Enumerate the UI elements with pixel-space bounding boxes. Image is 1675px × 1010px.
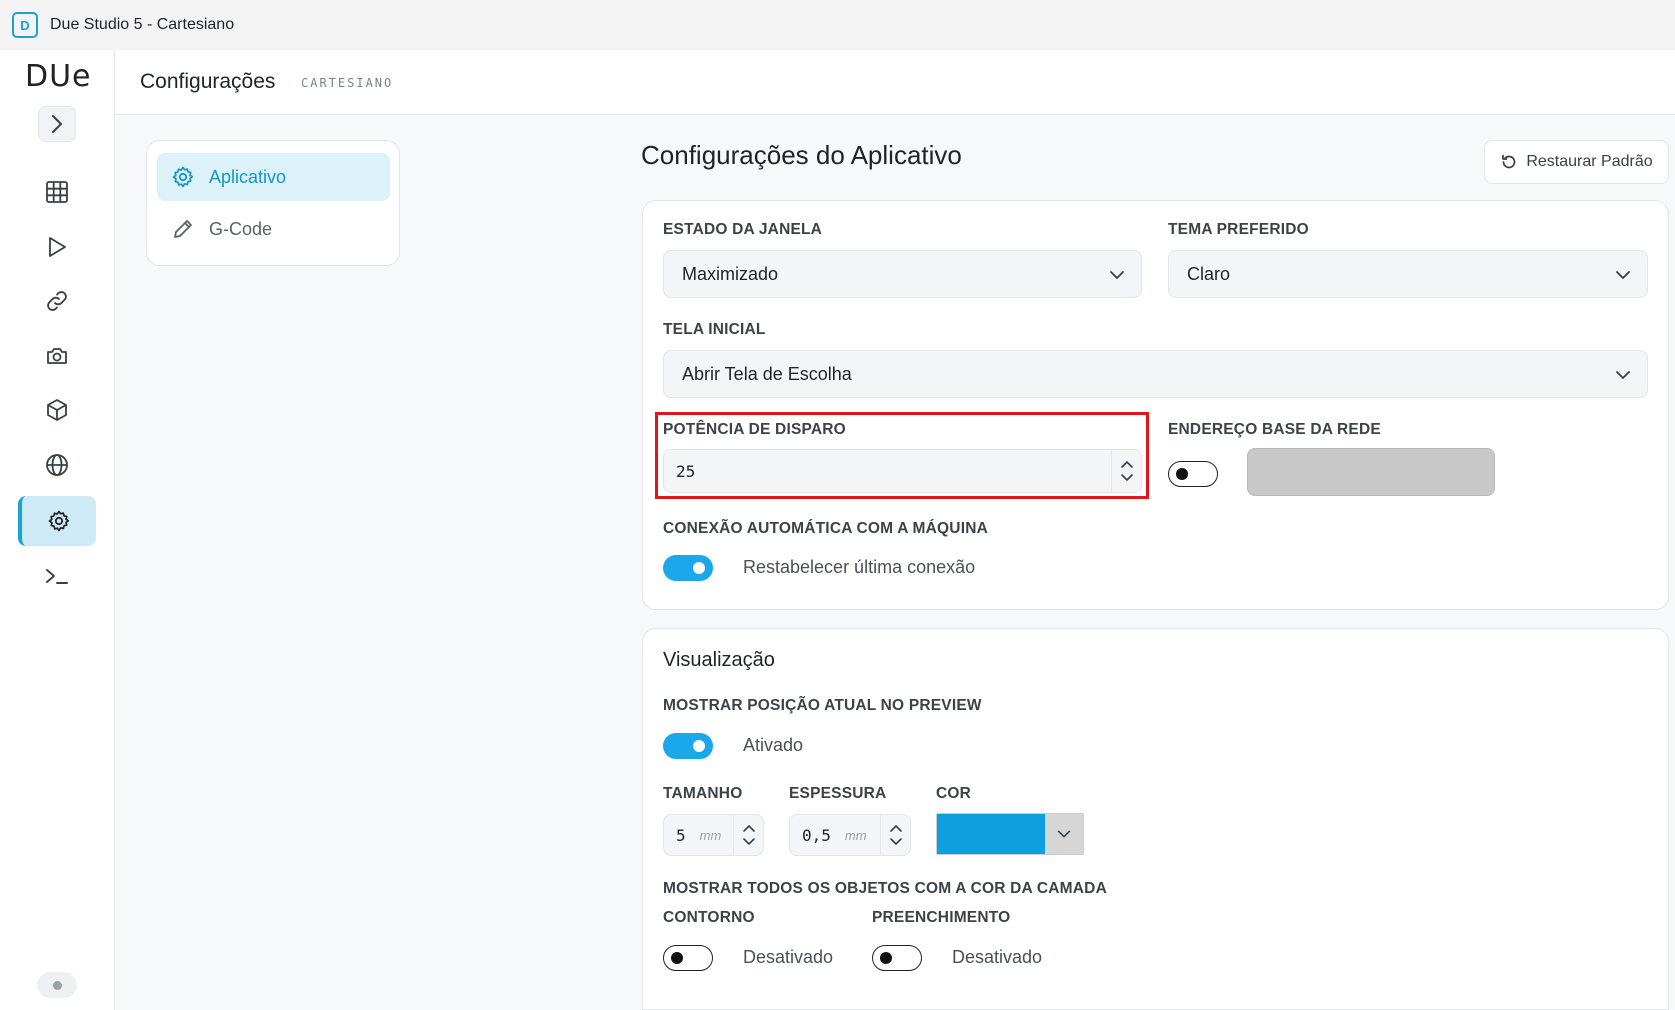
sidebar-item-camera[interactable] — [18, 331, 96, 381]
thickness-label: ESPESSURA — [789, 785, 887, 802]
page-title: Configurações do Aplicativo — [641, 140, 962, 170]
toggle-knob — [671, 951, 683, 964]
chevron-down-icon — [1616, 271, 1630, 279]
chevron-down-icon[interactable] — [889, 837, 903, 846]
size-label: TAMANHO — [663, 785, 743, 802]
highlight-box — [655, 412, 1149, 499]
app-logo: DUe — [25, 59, 92, 94]
size-input[interactable]: 5 mm — [663, 814, 764, 856]
start-screen-value: Abrir Tela de Escolha — [682, 363, 852, 384]
header-subtitle: CARTESIANO — [301, 76, 394, 90]
start-screen-select[interactable]: Abrir Tela de Escolha — [663, 350, 1648, 398]
settings-menu: Aplicativo G-Code — [146, 140, 400, 266]
menu-item-label: Aplicativo — [209, 166, 287, 187]
window-state-value: Maximizado — [682, 263, 779, 284]
network-base-label: ENDEREÇO BASE DA REDE — [1168, 421, 1381, 438]
auto-connect-label: CONEXÃO AUTOMÁTICA COM A MÁQUINA — [663, 520, 988, 537]
outline-label: CONTORNO — [663, 909, 755, 926]
chevron-down-icon — [1616, 371, 1630, 379]
thickness-unit: mm — [844, 827, 867, 843]
status-dot — [52, 980, 62, 990]
chevron-down-icon — [1057, 830, 1071, 838]
status-indicator[interactable] — [37, 972, 77, 998]
size-value: 5 — [676, 825, 686, 845]
theme-select[interactable]: Claro — [1168, 250, 1648, 298]
color-swatch[interactable] — [937, 814, 1045, 854]
color-label: COR — [936, 785, 972, 802]
sidebar-item-play[interactable] — [18, 222, 96, 272]
auto-connect-text: Restabelecer última conexão — [743, 557, 976, 577]
fill-text: Desativado — [952, 947, 1043, 967]
fill-label: PREENCHIMENTO — [872, 909, 1011, 926]
globe-icon — [46, 454, 68, 476]
color-dropdown[interactable] — [1045, 814, 1083, 854]
auto-connect-toggle[interactable] — [663, 555, 713, 581]
show-position-label: MOSTRAR POSIÇÃO ATUAL NO PREVIEW — [663, 697, 982, 714]
thickness-stepper[interactable] — [880, 815, 910, 855]
color-picker[interactable] — [936, 813, 1084, 855]
sidebar-item-settings[interactable] — [18, 496, 96, 546]
page-header: Configurações CARTESIANO — [115, 50, 1675, 115]
sidebar-item-globe[interactable] — [18, 440, 96, 490]
play-icon — [49, 237, 66, 257]
sidebar-item-grid[interactable] — [18, 167, 96, 217]
show-position-toggle[interactable] — [663, 733, 713, 759]
toggle-knob — [693, 562, 705, 574]
chevron-up-icon[interactable] — [889, 824, 903, 833]
size-stepper[interactable] — [733, 815, 763, 855]
restore-defaults-button[interactable]: Restaurar Padrão — [1484, 140, 1669, 184]
restore-icon — [1502, 154, 1516, 169]
grid-icon — [46, 181, 68, 203]
thickness-value: 0,5 — [802, 825, 831, 845]
theme-label: TEMA PREFERIDO — [1168, 221, 1309, 238]
link-icon — [47, 291, 67, 311]
chevron-up-icon[interactable] — [742, 824, 756, 833]
chevron-down-icon[interactable] — [742, 837, 756, 846]
header-title: Configurações — [140, 70, 276, 93]
layer-color-label: MOSTRAR TODOS OS OBJETOS COM A COR DA CA… — [663, 880, 1107, 897]
thickness-input[interactable]: 0,5 mm — [789, 814, 911, 856]
expand-sidebar-button[interactable] — [38, 106, 76, 142]
window-title: Due Studio 5 - Cartesiano — [50, 16, 235, 33]
pencil-icon — [174, 220, 192, 238]
window-state-select[interactable]: Maximizado — [663, 250, 1142, 298]
toggle-knob — [1176, 467, 1188, 480]
network-base-input — [1247, 448, 1495, 496]
visualization-title: Visualização — [663, 649, 775, 671]
show-position-text: Ativado — [743, 735, 804, 755]
theme-value: Claro — [1187, 263, 1231, 284]
app-icon: D — [12, 12, 38, 38]
fill-toggle[interactable] — [872, 945, 922, 971]
menu-item-aplicativo[interactable]: Aplicativo — [157, 153, 390, 201]
outline-text: Desativado — [743, 947, 834, 967]
gear-icon — [172, 166, 194, 188]
window-state-label: ESTADO DA JANELA — [663, 221, 823, 238]
sidebar-item-terminal[interactable] — [18, 551, 96, 601]
terminal-icon — [46, 569, 68, 584]
chevron-right-icon — [52, 115, 62, 133]
menu-item-gcode[interactable]: G-Code — [157, 205, 390, 253]
sidebar-item-cube[interactable] — [18, 385, 96, 435]
toggle-knob — [693, 740, 705, 752]
restore-label: Restaurar Padrão — [1526, 153, 1653, 170]
size-unit: mm — [699, 827, 722, 843]
gear-icon — [48, 510, 70, 532]
sidebar-item-link[interactable] — [18, 276, 96, 326]
window-titlebar: D Due Studio 5 - Cartesiano — [0, 0, 1675, 50]
outline-toggle[interactable] — [663, 945, 713, 971]
cube-icon — [47, 399, 67, 421]
chevron-down-icon — [1110, 271, 1124, 279]
menu-item-label: G-Code — [209, 218, 273, 239]
start-screen-label: TELA INICIAL — [663, 321, 766, 338]
network-base-toggle[interactable] — [1168, 461, 1218, 487]
camera-icon — [47, 348, 67, 364]
toggle-knob — [880, 951, 892, 964]
